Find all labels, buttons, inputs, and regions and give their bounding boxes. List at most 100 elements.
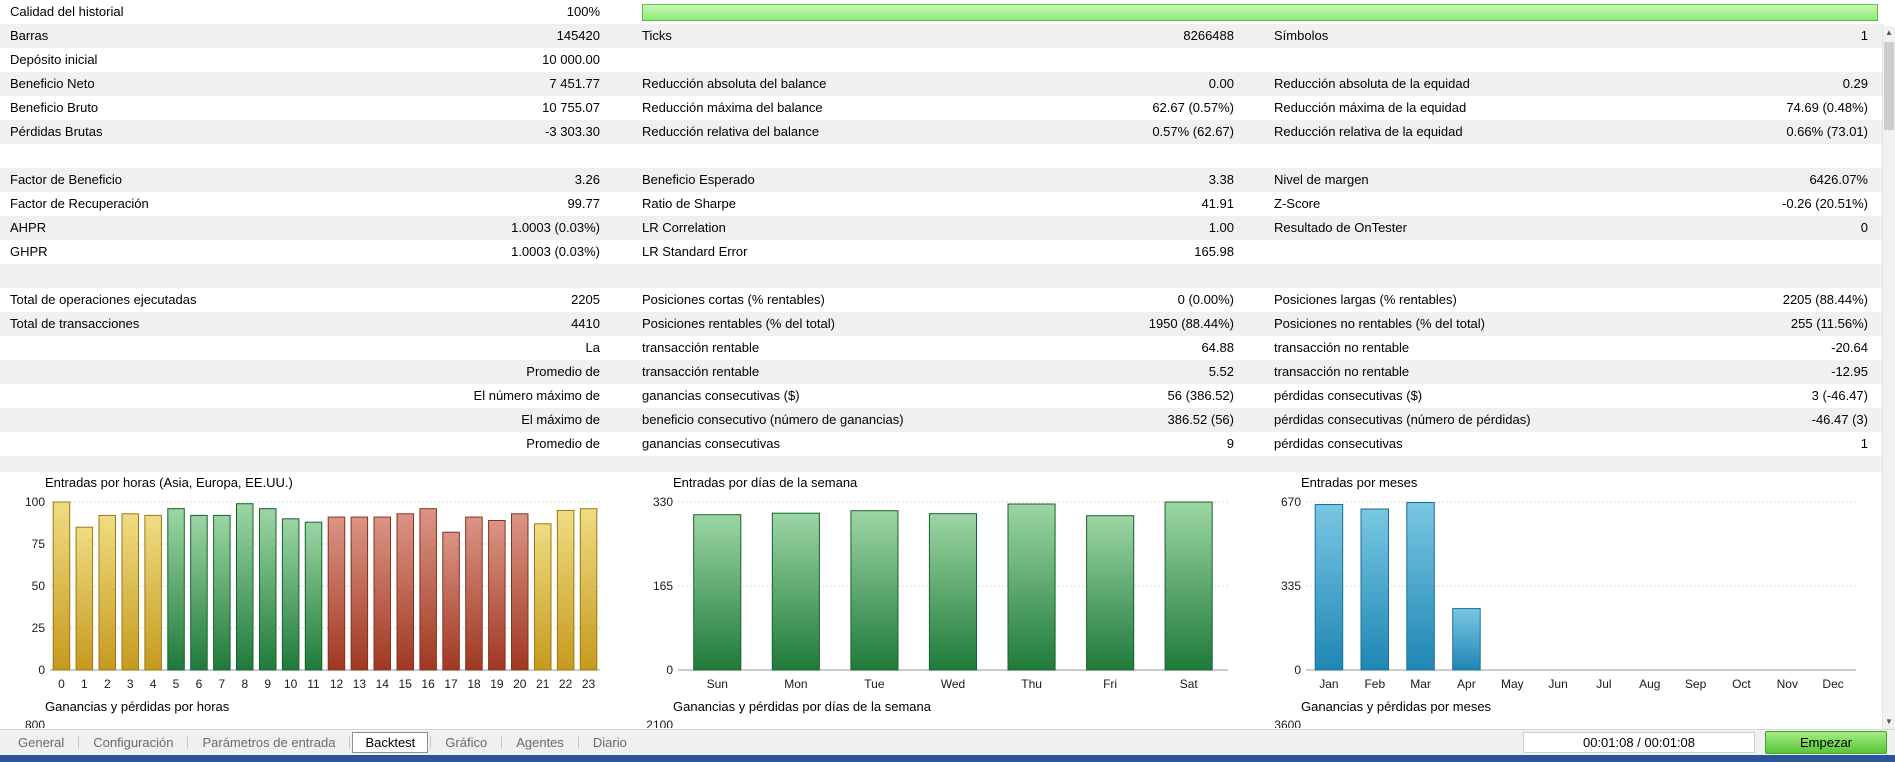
svg-text:0: 0 [1294, 663, 1301, 677]
svg-text:Mon: Mon [784, 677, 807, 691]
svg-text:Jun: Jun [1548, 677, 1567, 691]
tab-gr-fico[interactable]: Gráfico [433, 732, 499, 753]
stat-label: ganancias consecutivas [642, 436, 781, 451]
stat-value: 1.0003 (0.03%) [511, 244, 600, 259]
svg-text:335: 335 [1281, 579, 1301, 593]
stat-value: 3 (-46.47) [1811, 388, 1868, 403]
stat-label: Posiciones largas (% rentables) [1274, 292, 1457, 307]
table-separator-row [0, 264, 1884, 288]
stat-label: Símbolos [1274, 28, 1329, 43]
stat-value: 1.00 [1208, 220, 1234, 235]
stat-label: Z-Score [1274, 196, 1321, 211]
stat-value: 64.88 [1201, 340, 1234, 355]
svg-text:Sat: Sat [1180, 677, 1199, 691]
charts-row-profits-partial: Ganancias y pérdidas por horas 800 Ganan… [0, 698, 1895, 728]
stat-label: LR Correlation [642, 220, 726, 235]
bar-chart-entries-by-weekday: 0 165 330 Sun Mon Tue Wed Thu Fri Sat [640, 494, 1240, 696]
stat-label: ganancias consecutivas ($) [642, 388, 800, 403]
scrollbar-thumb[interactable] [1884, 42, 1894, 130]
table-row: Factor de Recuperación 99.77 Ratio de Shar… [0, 192, 1884, 216]
chart-title: Ganancias y pérdidas por horas [45, 699, 230, 714]
svg-text:Thu: Thu [1021, 677, 1042, 691]
svg-text:21: 21 [536, 677, 550, 691]
y-axis-tick: 3600 [1274, 718, 1301, 728]
stat-label: Depósito inicial [10, 52, 98, 67]
stat-label: beneficio consecutivo (número de gananci… [642, 412, 904, 427]
stat-label: Ticks [642, 28, 672, 43]
window-bottom-edge [0, 755, 1895, 762]
stat-value: -0.26 (20.51%) [1782, 196, 1868, 211]
svg-text:6: 6 [196, 677, 203, 691]
stat-label: Beneficio Neto [10, 76, 95, 91]
stat-label: Calidad del historial [10, 4, 124, 19]
scroll-up-icon[interactable]: ▲ [1883, 26, 1895, 40]
quality-row: Calidad del historial 100% [0, 0, 1884, 24]
chart-title: Entradas por días de la semana [673, 475, 858, 490]
tab-agentes[interactable]: Agentes [504, 732, 576, 753]
svg-text:0: 0 [38, 663, 45, 677]
stat-label: Posiciones no rentables (% del total) [1274, 316, 1486, 331]
svg-text:13: 13 [353, 677, 367, 691]
stat-value: 0 (0.00%) [1177, 292, 1234, 307]
svg-text:4: 4 [150, 677, 157, 691]
svg-text:50: 50 [32, 579, 46, 593]
stat-label: transacción rentable [642, 364, 760, 379]
scroll-down-icon[interactable]: ▼ [1883, 715, 1895, 729]
stat-value: 2205 (88.44%) [1782, 292, 1868, 307]
vertical-scrollbar[interactable]: ▲ ▼ [1882, 26, 1895, 729]
stat-value: 1 [1860, 28, 1868, 43]
stat-label: Reducción máxima de la equidad [1274, 100, 1467, 115]
stat-value: 100% [566, 4, 600, 19]
svg-text:9: 9 [264, 677, 271, 691]
stat-value: -46.47 (3) [1811, 412, 1868, 427]
table-row: Beneficio Bruto 10 755.07 Reducción máxima… [0, 96, 1884, 120]
svg-text:Aug: Aug [1639, 677, 1660, 691]
svg-text:670: 670 [1281, 495, 1301, 509]
svg-text:10: 10 [284, 677, 298, 691]
stat-value: 0.66% (73.01) [1786, 124, 1868, 139]
chart-entries-by-month: Entradas por meses 0 335 670 Jan Feb Mar Apr Ma… [1268, 474, 1868, 696]
chart-title: Ganancias y pérdidas por meses [1301, 699, 1492, 714]
stat-label: pérdidas consecutivas ($) [1274, 388, 1423, 403]
stat-value: 165.98 [1194, 244, 1234, 259]
tab-general[interactable]: General [6, 732, 76, 753]
history-quality-bar-fill [642, 3, 1878, 21]
stat-label: Factor de Beneficio [10, 172, 123, 187]
tab-divider [501, 736, 503, 749]
svg-text:16: 16 [421, 677, 435, 691]
stat-value: 9 [1226, 436, 1234, 451]
stat-value: 74.69 (0.48%) [1786, 100, 1868, 115]
svg-text:11: 11 [307, 677, 320, 691]
stat-value: 1.0003 (0.03%) [511, 220, 600, 235]
svg-text:75: 75 [32, 537, 46, 551]
svg-text:Sun: Sun [707, 677, 728, 691]
stat-value: 3.38 [1208, 172, 1234, 187]
tab-divider [187, 736, 189, 749]
stat-label: Pérdidas Brutas [10, 124, 103, 139]
svg-text:May: May [1501, 677, 1524, 691]
table-row: Barras 145420 Ticks 8266488 Símbolos 1 [0, 24, 1884, 48]
svg-text:Wed: Wed [941, 677, 965, 691]
start-button[interactable]: Empezar [1765, 731, 1887, 754]
tab-diario[interactable]: Diario [581, 732, 639, 753]
tab-divider [430, 736, 432, 749]
svg-text:Oct: Oct [1732, 677, 1751, 691]
svg-text:19: 19 [490, 677, 504, 691]
tab-par-metros-de-entrada[interactable]: Parámetros de entrada [190, 732, 347, 753]
stat-value: El máximo de [521, 412, 600, 427]
stat-value: 255 (11.56%) [1790, 316, 1868, 331]
stat-label: Beneficio Bruto [10, 100, 99, 115]
stat-label: transacción rentable [642, 340, 760, 355]
bar-chart-entries-by-hours: 0 25 50 75 100 0 1 2 3 4 5 6 7 8 9 10 11 12 13 14 15 16 17 18 19… [12, 494, 612, 696]
svg-text:Nov: Nov [1777, 677, 1798, 691]
table-row: AHPR 1.0003 (0.03%) LR Correlation 1.00 Resu… [0, 216, 1884, 240]
stat-value: 62.67 (0.57%) [1152, 100, 1234, 115]
tab-backtest[interactable]: Backtest [352, 732, 429, 753]
svg-text:3: 3 [127, 677, 134, 691]
svg-text:Dec: Dec [1822, 677, 1843, 691]
stat-label: Ratio de Sharpe [642, 196, 736, 211]
tab-divider [78, 736, 80, 749]
tab-configuraci-n[interactable]: Configuración [81, 732, 185, 753]
backtest-report: Calidad del historial 100% Barras 145420 T… [0, 0, 1884, 472]
stats-table: Barras 145420 Ticks 8266488 Símbolos 1 Depósit… [0, 24, 1884, 456]
